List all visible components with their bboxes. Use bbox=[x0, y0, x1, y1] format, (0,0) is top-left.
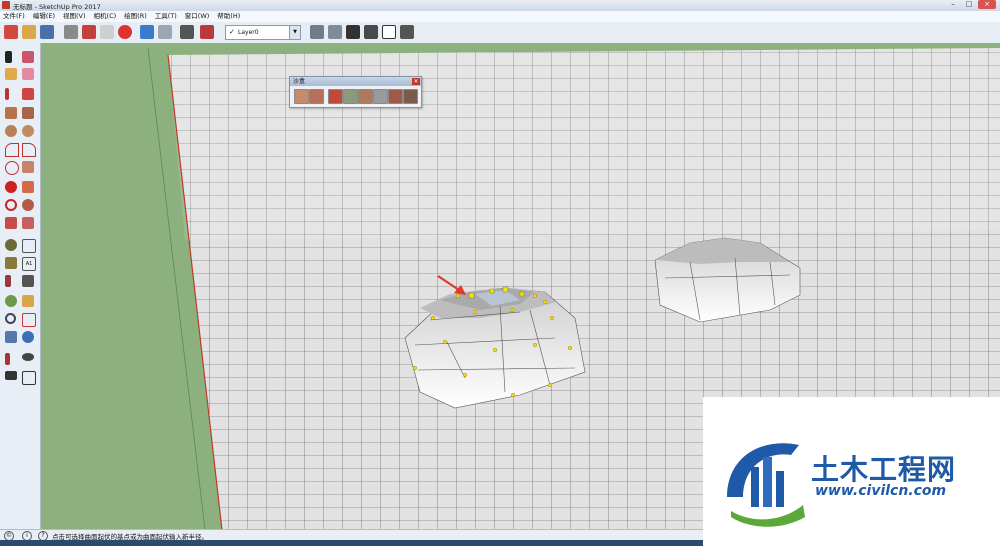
add-detail-icon[interactable] bbox=[373, 89, 388, 104]
drape-icon[interactable] bbox=[358, 89, 373, 104]
paste-icon[interactable] bbox=[100, 25, 114, 39]
main-toolbar bbox=[0, 22, 1000, 44]
circle-icon[interactable] bbox=[5, 125, 17, 137]
window-title: 无标题 - SketchUp Pro 2017 bbox=[13, 3, 101, 11]
sandbox-close-icon[interactable]: ✕ bbox=[412, 78, 420, 85]
menu-file[interactable]: 文件(F) bbox=[3, 11, 25, 22]
axes-icon[interactable] bbox=[5, 275, 11, 287]
freehand-icon[interactable] bbox=[22, 88, 34, 100]
zoom-icon[interactable] bbox=[5, 313, 16, 324]
flip-edge-icon[interactable] bbox=[388, 89, 403, 104]
zoom-window-icon[interactable] bbox=[22, 313, 36, 327]
pan-icon[interactable] bbox=[22, 295, 34, 307]
position-camera-icon[interactable] bbox=[5, 353, 10, 365]
new-file-icon[interactable] bbox=[4, 25, 18, 39]
copy-icon[interactable] bbox=[82, 25, 96, 39]
section-plane-icon[interactable] bbox=[22, 371, 36, 385]
rectangle-icon[interactable] bbox=[5, 107, 17, 119]
arc-icon[interactable] bbox=[5, 143, 19, 157]
walk-footprints-icon[interactable] bbox=[5, 371, 17, 380]
minimize-button[interactable]: – bbox=[946, 0, 960, 9]
watermark-chinese: 土木工程网 bbox=[811, 453, 957, 486]
scale-icon[interactable] bbox=[5, 217, 17, 229]
menu-window[interactable]: 窗口(W) bbox=[185, 11, 210, 22]
menu-bar: 文件(F) 编辑(E) 视图(V) 相机(C) 绘图(R) 工具(T) 窗口(W… bbox=[0, 11, 1000, 22]
civilcn-logo bbox=[727, 443, 805, 527]
chevron-down-icon[interactable]: ▼ bbox=[289, 26, 300, 39]
rotate-icon[interactable] bbox=[5, 199, 17, 211]
move-icon[interactable] bbox=[5, 181, 17, 193]
redo-icon[interactable] bbox=[158, 25, 172, 39]
layer-checkmark-icon: ✓ bbox=[229, 28, 235, 36]
menu-view[interactable]: 视图(V) bbox=[63, 11, 86, 22]
sketchup-app-icon bbox=[2, 1, 10, 9]
erase-delete-icon[interactable] bbox=[118, 25, 132, 39]
sandbox-title-bar[interactable]: 沙盒 bbox=[290, 77, 421, 86]
from-scratch-icon[interactable] bbox=[309, 89, 324, 104]
protractor-icon[interactable] bbox=[5, 257, 17, 269]
sandbox-toolbar[interactable]: 沙盒 ✕ bbox=[289, 76, 422, 108]
zoom-extents-icon[interactable] bbox=[5, 331, 17, 343]
pie-icon[interactable] bbox=[22, 161, 34, 173]
two-point-arc-icon[interactable] bbox=[22, 143, 36, 157]
stamp-icon[interactable] bbox=[343, 89, 358, 104]
left-toolbar: A1 bbox=[0, 43, 41, 529]
print-icon[interactable] bbox=[180, 25, 194, 39]
close-button[interactable]: × bbox=[978, 0, 996, 9]
line-pencil-icon[interactable] bbox=[5, 88, 9, 100]
iso-view-icon[interactable] bbox=[310, 25, 324, 39]
right-view-icon[interactable] bbox=[364, 25, 378, 39]
menu-camera[interactable]: 相机(C) bbox=[94, 11, 117, 22]
push-pull-icon[interactable] bbox=[22, 181, 34, 193]
top-view-icon[interactable] bbox=[328, 25, 342, 39]
previous-view-icon[interactable] bbox=[22, 331, 34, 343]
menu-edit[interactable]: 编辑(E) bbox=[33, 11, 55, 22]
from-contours-icon[interactable] bbox=[294, 89, 309, 104]
make-component-icon[interactable] bbox=[22, 51, 34, 63]
left-view-icon[interactable] bbox=[400, 25, 414, 39]
maximize-button[interactable]: □ bbox=[962, 0, 976, 9]
save-icon[interactable] bbox=[40, 25, 54, 39]
paint-bucket-icon[interactable] bbox=[5, 68, 17, 80]
sandbox-extra-icon[interactable] bbox=[403, 89, 418, 104]
look-around-eye-icon[interactable] bbox=[22, 353, 34, 361]
watermark-panel: 土木工程网 www.civilcn.com bbox=[703, 397, 1000, 546]
smoove-icon[interactable] bbox=[328, 89, 343, 104]
watermark-url: www.civilcn.com bbox=[815, 483, 947, 499]
dimension-icon[interactable] bbox=[22, 239, 36, 253]
back-view-icon[interactable] bbox=[382, 25, 396, 39]
3d-text-icon[interactable] bbox=[22, 275, 34, 287]
polygon-icon[interactable] bbox=[22, 125, 34, 137]
front-view-icon[interactable] bbox=[346, 25, 360, 39]
layer-dropdown[interactable]: ✓ Layer0 ▼ bbox=[225, 25, 301, 40]
menu-draw[interactable]: 绘图(R) bbox=[124, 11, 147, 22]
menu-tools[interactable]: 工具(T) bbox=[155, 11, 177, 22]
undo-icon[interactable] bbox=[140, 25, 154, 39]
open-folder-icon[interactable] bbox=[22, 25, 36, 39]
tape-measure-icon[interactable] bbox=[5, 239, 17, 251]
eraser-icon[interactable] bbox=[22, 68, 34, 80]
three-point-arc-icon[interactable] bbox=[5, 161, 19, 175]
select-arrow-icon[interactable] bbox=[5, 51, 12, 63]
cut-icon[interactable] bbox=[64, 25, 78, 39]
layer-name: Layer0 bbox=[238, 29, 259, 36]
orbit-icon[interactable] bbox=[5, 295, 17, 307]
menu-help[interactable]: 帮助(H) bbox=[217, 11, 240, 22]
model-info-icon[interactable] bbox=[200, 25, 214, 39]
offset-icon[interactable] bbox=[22, 217, 34, 229]
follow-me-icon[interactable] bbox=[22, 199, 34, 211]
sandbox-title: 沙盒 bbox=[293, 78, 306, 85]
text-tool-icon[interactable]: A1 bbox=[22, 257, 36, 271]
rotated-rectangle-icon[interactable] bbox=[22, 107, 34, 119]
